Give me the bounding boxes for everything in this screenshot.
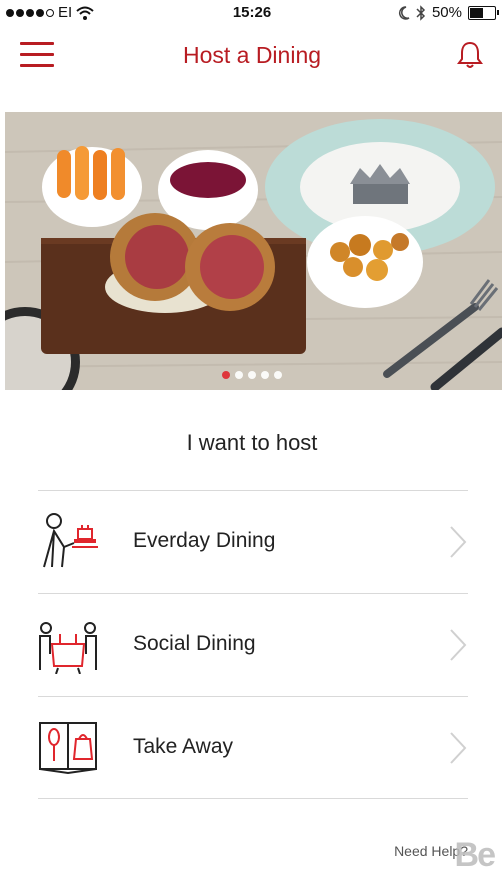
waiter-serving-icon [43,513,98,568]
option-take-away[interactable]: Take Away [38,697,468,799]
chevron-right-icon [450,732,467,764]
battery-percent: 50% [431,4,462,21]
page-title: Host a Dining [182,42,322,68]
divider [38,798,468,799]
people-at-table-icon [39,622,97,674]
moon-icon [398,5,410,20]
option-label: Everday Dining [133,529,276,552]
option-label: Social Dining [133,632,256,655]
carousel-dot[interactable] [248,371,256,379]
carousel-dot[interactable] [274,371,282,379]
option-social-dining[interactable]: Social Dining [38,594,468,696]
notification-bell-icon[interactable] [456,40,484,70]
chevron-right-icon [450,526,467,558]
carousel-dot[interactable] [222,371,230,379]
carousel-dot[interactable] [235,371,243,379]
hero-food-image[interactable] [5,112,502,390]
option-label: Take Away [133,735,234,758]
section-heading: I want to host [186,430,318,455]
status-bar: EI 15:26 50% [0,0,504,26]
carousel-dot[interactable] [261,371,269,379]
carousel-indicator [0,371,504,379]
behance-watermark: Be [454,836,496,874]
navigation-bar: Host a Dining [0,26,504,88]
chevron-right-icon [450,629,467,661]
battery-icon [468,5,499,20]
option-everyday-dining[interactable]: Everday Dining [38,491,468,593]
bluetooth-icon [416,4,426,21]
food-illustration [5,112,502,390]
menu-book-takeaway-icon [39,722,97,775]
